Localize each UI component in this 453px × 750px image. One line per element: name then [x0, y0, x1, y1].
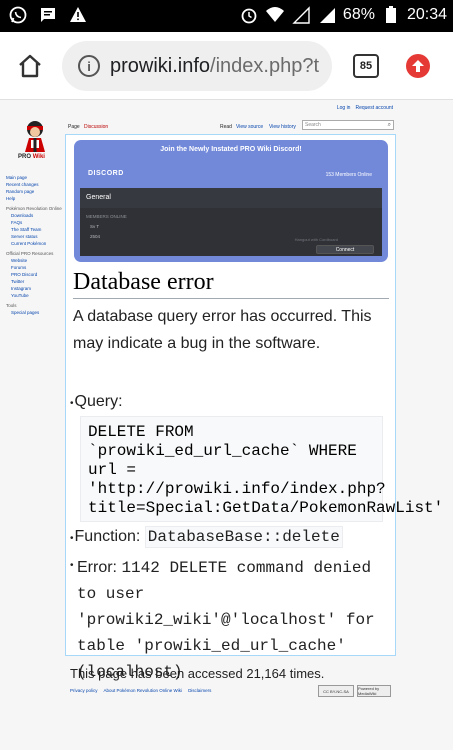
logo-text-pro: PRO [18, 154, 32, 160]
discord-members-count: 153 Members Online [325, 172, 372, 178]
logo-text: PRO Wiki [18, 154, 45, 160]
discord-user: Sv T [90, 224, 100, 229]
status-bar: 68% 20:34 [0, 0, 453, 32]
battery-icon [381, 5, 401, 25]
sidebar-main-page[interactable]: Main page [6, 174, 64, 181]
sidebar: Main page Recent changes Random page Hel… [6, 174, 64, 316]
error-value: 1142 DELETE command denied to user 'prow… [77, 559, 375, 681]
bullet-icon: • [70, 533, 74, 544]
mediawiki-badge[interactable]: Powered by MediaWiki [357, 685, 391, 697]
content-area: Join the Newly Instated PRO Wiki Discord… [65, 134, 443, 681]
tab-discussion[interactable]: Discussion [84, 124, 108, 130]
sidebar-staff-team[interactable]: The Staff Team [6, 226, 64, 233]
tab-page[interactable]: Page [68, 124, 80, 130]
sidebar-section-resources: Official PRO Resources [6, 251, 54, 256]
sidebar-section-online: Pokémon Revolution Online [6, 206, 62, 211]
discord-channel: General [80, 188, 382, 208]
disclaimers-link[interactable]: Disclaimers [188, 688, 211, 693]
discord-join-text: Join the Newly Instated PRO Wiki Discord… [160, 146, 302, 153]
sidebar-recent-changes[interactable]: Recent changes [6, 181, 64, 188]
function-label: Function: [74, 528, 141, 545]
discord-connect-button[interactable]: Connect [316, 245, 374, 254]
sidebar-random-page[interactable]: Random page [6, 188, 64, 195]
sidebar-section-tools: Tools [6, 303, 17, 308]
signal-icon-2 [317, 5, 337, 25]
cc-license-badge[interactable]: CC BY-NC-SA [318, 685, 354, 697]
page-access-count: This page has been accessed 21,164 times… [70, 666, 325, 681]
home-button[interactable] [14, 50, 46, 82]
error-message: A database query error has occurred. Thi… [73, 308, 372, 352]
sidebar-server-status[interactable]: Server status [6, 233, 64, 240]
discord-logo: DISCORD [88, 170, 124, 177]
clock: 20:34 [406, 6, 447, 23]
sidebar-pro-discord[interactable]: PRO Discord [6, 271, 64, 278]
tab-read[interactable]: Read [220, 124, 232, 130]
page-title: Database error [73, 269, 389, 299]
info-icon[interactable]: i [78, 55, 100, 77]
bullet-icon: • [70, 398, 74, 409]
sidebar-instagram[interactable]: Instagram [6, 285, 64, 292]
search-icon[interactable]: ⌕ [388, 121, 391, 129]
address-bar[interactable]: i prowiki.info/index.php?t [62, 41, 332, 91]
signal-icon [291, 5, 311, 25]
footer-links: Privacy policy About Pokémon Revolution … [70, 688, 211, 693]
message-icon [38, 5, 58, 25]
discord-widget-header: DISCORD 153 Members Online [80, 164, 382, 188]
sidebar-help[interactable]: Help [6, 195, 64, 202]
discord-banner[interactable]: Join the Newly Instated PRO Wiki Discord… [74, 140, 388, 262]
warning-icon [68, 5, 88, 25]
sidebar-forums[interactable]: Forums [6, 264, 64, 271]
bullet-icon: • [70, 560, 74, 571]
sidebar-website[interactable]: Website [6, 257, 64, 264]
url-text: prowiki.info/index.php?t [110, 55, 319, 78]
sidebar-downloads[interactable]: Downloads [6, 212, 64, 219]
wiki-logo[interactable] [18, 118, 52, 154]
update-button[interactable] [406, 54, 430, 78]
sidebar-faqs[interactable]: FAQs [6, 219, 64, 226]
home-icon [19, 54, 41, 78]
sidebar-twitter[interactable]: Twitter [6, 278, 64, 285]
alarm-icon [239, 5, 259, 25]
search-placeholder: Search [305, 122, 321, 128]
error-label: Error: [77, 559, 117, 576]
sidebar-youtube[interactable]: YouTube [6, 292, 64, 299]
query-label: Query: [74, 393, 123, 410]
web-page: Log in Request account PRO Wiki Main pag… [0, 100, 453, 750]
about-link[interactable]: About Pokémon Revolution Online Wiki [104, 688, 183, 693]
url-host: prowiki.info [110, 54, 211, 77]
login-link[interactable]: Log in [337, 105, 351, 111]
function-value: DatabaseBase::delete [144, 526, 343, 548]
tab-view-source[interactable]: View source [236, 124, 263, 130]
logo-text-wiki: Wiki [32, 154, 45, 160]
discord-members-online-label: MEMBERS ONLINE [86, 214, 127, 219]
query-code: DELETE FROM `prowiki_ed_url_cache` WHERE… [80, 416, 443, 522]
battery-text: 68% [342, 6, 375, 23]
sidebar-current-pokemon[interactable]: Current Pokémon [6, 240, 64, 247]
search-input[interactable]: Search ⌕ [302, 120, 394, 130]
tab-view-history[interactable]: View history [269, 124, 296, 130]
discord-widget-body: General MEMBERS ONLINE Sv T 2504 Hangout… [80, 188, 382, 256]
wifi-icon [265, 5, 285, 25]
tab-switcher-button[interactable]: 85 [353, 54, 379, 78]
whatsapp-icon [8, 5, 28, 25]
arrow-up-icon [412, 60, 424, 72]
sidebar-special-pages[interactable]: Special pages [6, 309, 64, 316]
error-bullet: • [70, 555, 75, 573]
function-item: •Function: DatabaseBase::delete [70, 526, 343, 548]
discord-footer-note: Hangout with Cordboard [294, 237, 338, 242]
privacy-policy-link[interactable]: Privacy policy [70, 688, 98, 693]
url-path: /index.php?t [210, 54, 320, 77]
request-account-link[interactable]: Request account [355, 105, 393, 111]
personal-tools: Log in Request account [337, 105, 393, 111]
browser-toolbar: i prowiki.info/index.php?t 85 [0, 32, 453, 100]
query-item: •Query: [70, 393, 123, 411]
discord-user: 2504 [90, 234, 101, 239]
